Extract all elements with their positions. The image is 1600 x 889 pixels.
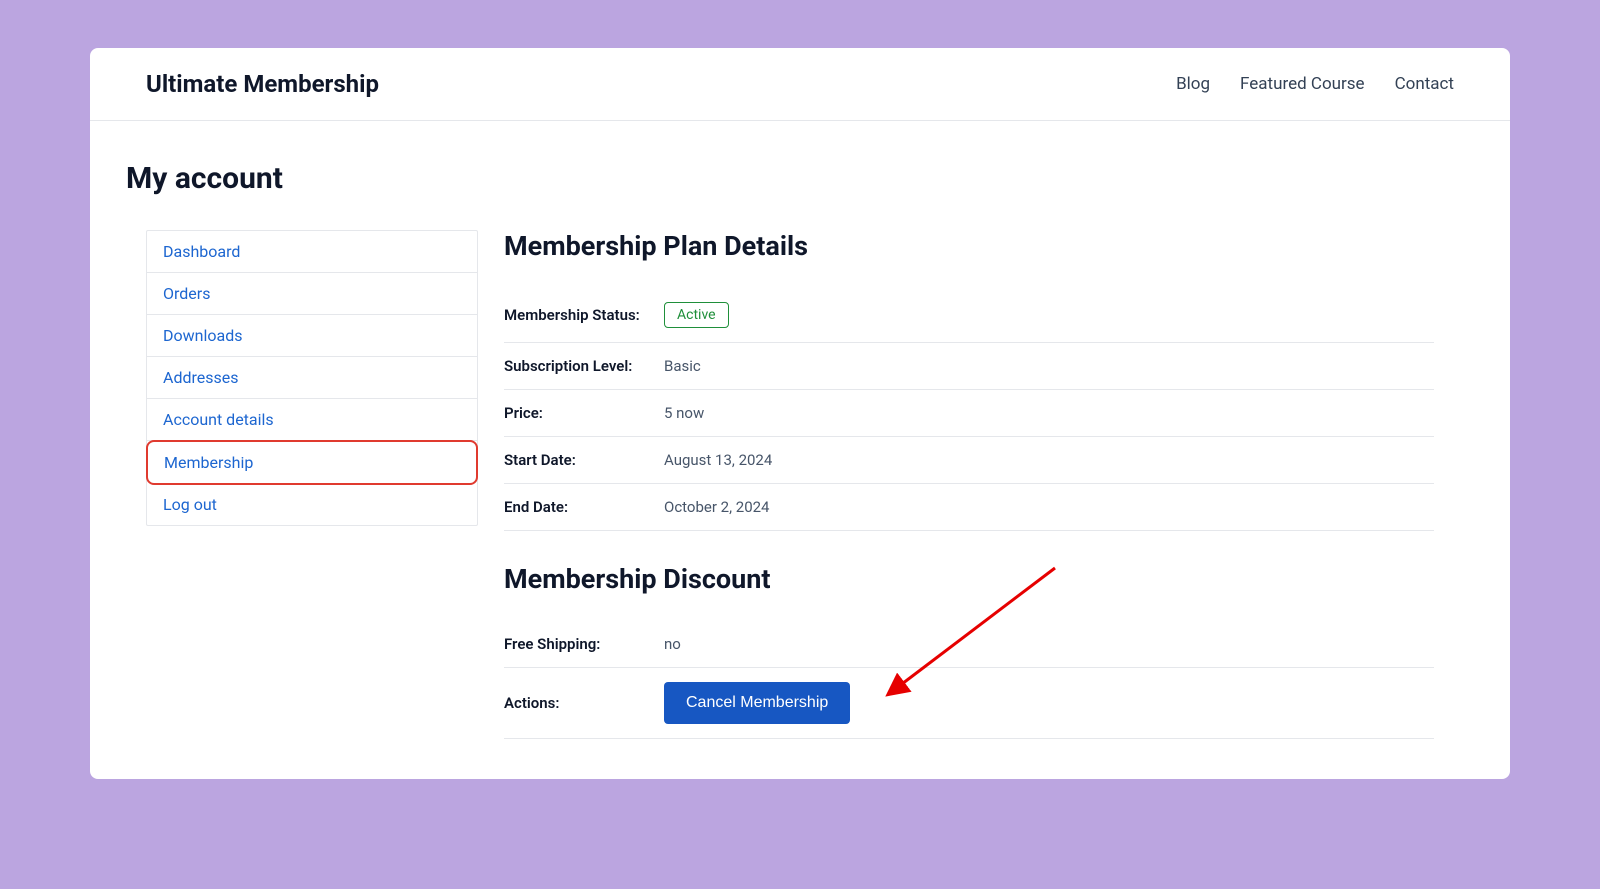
nav-link-contact[interactable]: Contact	[1395, 74, 1454, 94]
label-level: Subscription Level:	[504, 343, 664, 390]
sidenav-item-account-details[interactable]: Account details	[147, 399, 477, 441]
row-price: Price: 5 now	[504, 390, 1434, 437]
label-end-date: End Date:	[504, 484, 664, 531]
brand-title: Ultimate Membership	[146, 70, 379, 98]
row-level: Subscription Level: Basic	[504, 343, 1434, 390]
nav-link-featured-course[interactable]: Featured Course	[1240, 74, 1365, 94]
row-free-shipping: Free Shipping: no	[504, 621, 1434, 668]
cancel-membership-button[interactable]: Cancel Membership	[664, 682, 850, 724]
label-status: Membership Status:	[504, 288, 664, 343]
value-actions: Cancel Membership	[664, 668, 1434, 739]
page-card: Ultimate Membership Blog Featured Course…	[90, 48, 1510, 779]
value-end-date: October 2, 2024	[664, 484, 1434, 531]
label-price: Price:	[504, 390, 664, 437]
status-badge: Active	[664, 302, 729, 328]
account-side-nav: Dashboard Orders Downloads Addresses Acc…	[146, 230, 478, 526]
label-start-date: Start Date:	[504, 437, 664, 484]
sidenav-item-downloads[interactable]: Downloads	[147, 315, 477, 357]
page-title: My account	[126, 161, 1474, 196]
row-actions: Actions: Cancel Membership	[504, 668, 1434, 739]
header-nav: Blog Featured Course Contact	[1176, 74, 1454, 94]
main-panel: Membership Plan Details Membership Statu…	[504, 230, 1474, 739]
sidenav-item-orders[interactable]: Orders	[147, 273, 477, 315]
sidenav-item-membership[interactable]: Membership	[146, 440, 478, 485]
label-free-shipping: Free Shipping:	[504, 621, 664, 668]
value-free-shipping: no	[664, 621, 1434, 668]
value-level: Basic	[664, 343, 1434, 390]
membership-discount-table: Free Shipping: no Actions: Cancel Member…	[504, 621, 1434, 739]
nav-link-blog[interactable]: Blog	[1176, 74, 1210, 94]
section-title-discount: Membership Discount	[504, 563, 1434, 595]
value-start-date: August 13, 2024	[664, 437, 1434, 484]
row-end-date: End Date: October 2, 2024	[504, 484, 1434, 531]
sidenav-item-logout[interactable]: Log out	[147, 484, 477, 525]
layout-row: Dashboard Orders Downloads Addresses Acc…	[126, 230, 1474, 739]
sidenav-item-addresses[interactable]: Addresses	[147, 357, 477, 399]
value-status: Active	[664, 288, 1434, 343]
row-status: Membership Status: Active	[504, 288, 1434, 343]
top-nav: Ultimate Membership Blog Featured Course…	[90, 48, 1510, 121]
content-area: My account Dashboard Orders Downloads Ad…	[90, 121, 1510, 779]
membership-details-table: Membership Status: Active Subscription L…	[504, 288, 1434, 531]
value-price: 5 now	[664, 390, 1434, 437]
label-actions: Actions:	[504, 668, 664, 739]
row-start-date: Start Date: August 13, 2024	[504, 437, 1434, 484]
sidenav-item-dashboard[interactable]: Dashboard	[147, 231, 477, 273]
section-title-details: Membership Plan Details	[504, 230, 1434, 262]
